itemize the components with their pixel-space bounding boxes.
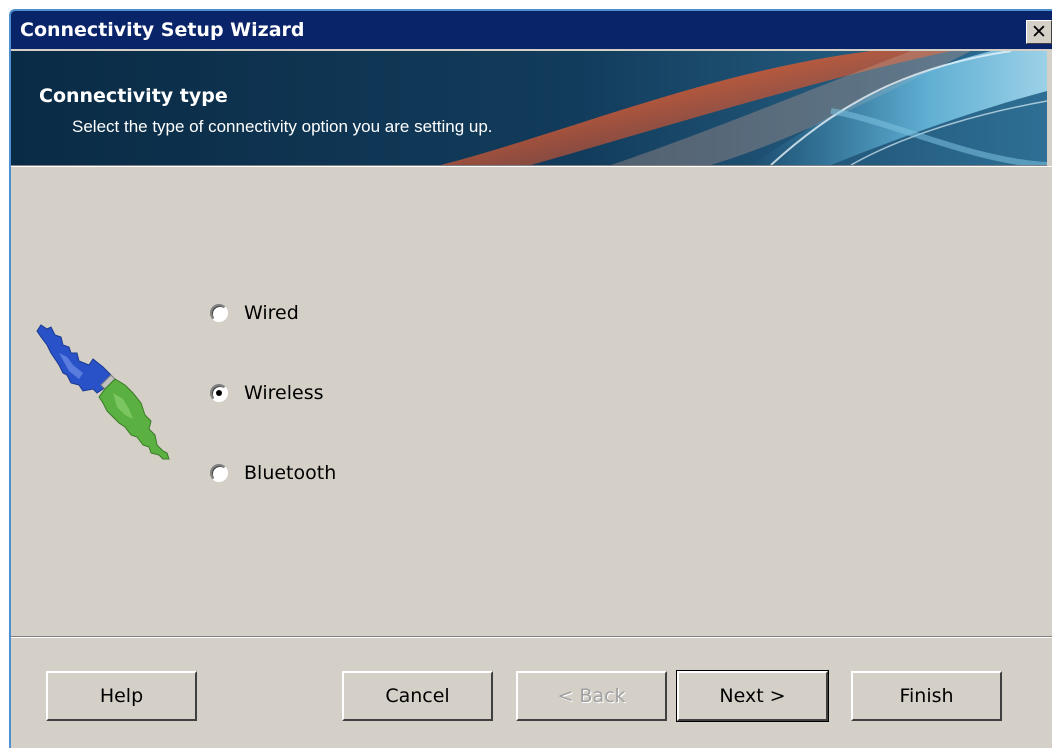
banner-divider [11, 166, 1052, 167]
finish-button[interactable]: Finish [851, 671, 1002, 721]
option-bluetooth[interactable]: Bluetooth [210, 460, 336, 486]
back-button[interactable]: < Back [516, 671, 667, 721]
option-wireless[interactable]: Wireless [210, 380, 324, 406]
cancel-button[interactable]: Cancel [342, 671, 493, 721]
radio-wired[interactable] [210, 304, 228, 322]
option-wireless-label[interactable]: Wireless [244, 382, 324, 404]
close-button[interactable]: ✕ [1026, 20, 1052, 44]
radio-bluetooth[interactable] [210, 464, 228, 482]
help-button[interactable]: Help [46, 671, 197, 721]
banner-swoosh-graphic [11, 51, 1047, 165]
title-bar: Connectivity Setup Wizard ✕ [11, 11, 1052, 51]
page-title: Connectivity type [39, 85, 228, 107]
cable-connector-icon [36, 324, 170, 460]
next-button[interactable]: Next > [676, 670, 829, 722]
window-title: Connectivity Setup Wizard [20, 19, 305, 41]
option-wired[interactable]: Wired [210, 300, 299, 326]
header-banner: Connectivity type Select the type of con… [11, 51, 1047, 166]
radio-wireless[interactable] [210, 384, 228, 402]
wizard-window: Connectivity Setup Wizard ✕ Connectivity… [9, 9, 1052, 748]
page-subtitle: Select the type of connectivity option y… [72, 117, 493, 136]
option-wired-label[interactable]: Wired [244, 302, 299, 324]
close-icon: ✕ [1031, 20, 1047, 43]
footer-divider [11, 636, 1052, 638]
option-bluetooth-label[interactable]: Bluetooth [244, 462, 336, 484]
